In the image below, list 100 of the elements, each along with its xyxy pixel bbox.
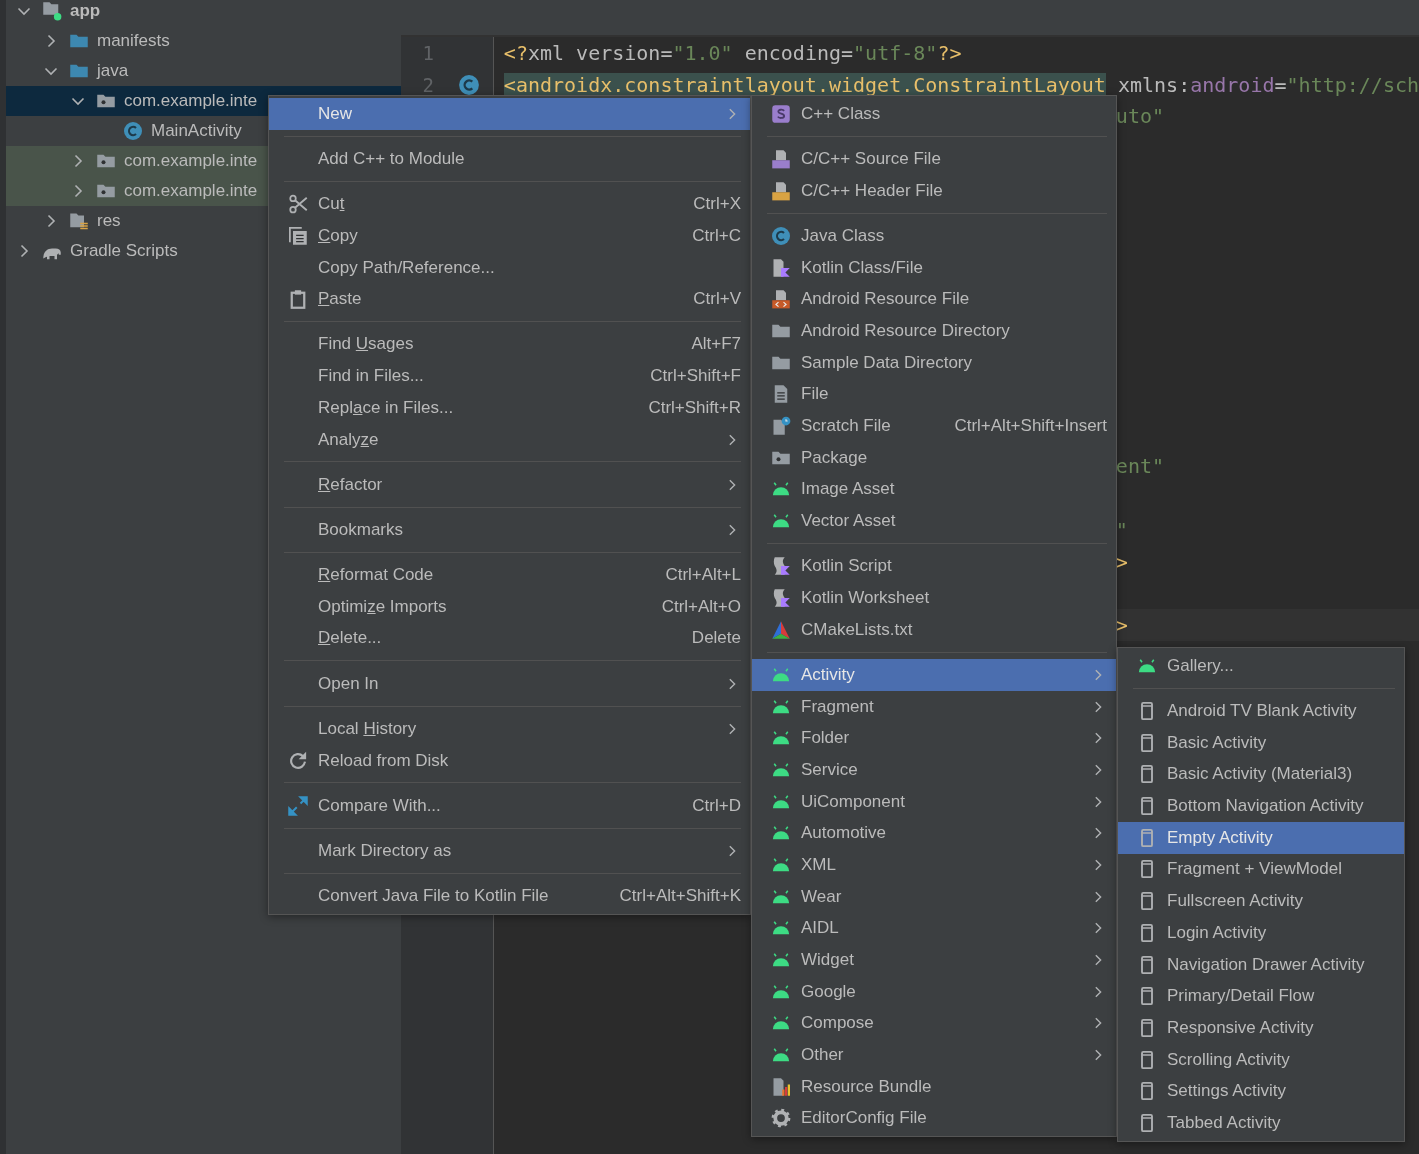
- scissors-icon: [288, 194, 308, 215]
- menu-item[interactable]: Login Activity: [1118, 917, 1404, 949]
- menu-item[interactable]: Service: [752, 754, 1116, 786]
- code-line: >: [1115, 549, 1128, 574]
- menu-item[interactable]: C/C++ Header File: [752, 174, 1116, 207]
- menu-item[interactable]: Kotlin Class/File: [752, 251, 1116, 284]
- menu-item[interactable]: Reload from Disk: [269, 744, 750, 777]
- code-line: uto": [1115, 104, 1164, 129]
- shortcut-label: Alt+F7: [691, 334, 741, 355]
- shortcut-label: Ctrl+X: [693, 194, 741, 215]
- shortcut-label: Ctrl+V: [693, 289, 741, 310]
- menu-item[interactable]: Google: [752, 975, 1116, 1008]
- menu-item[interactable]: Open In: [269, 667, 750, 700]
- scratch-file-icon: [771, 416, 791, 437]
- menu-item[interactable]: XML: [752, 849, 1116, 881]
- menu-item[interactable]: Gallery...: [1118, 650, 1404, 682]
- menu-item[interactable]: Empty Activity: [1118, 821, 1404, 854]
- menu-item[interactable]: Copy Ctrl+C: [269, 220, 750, 252]
- menu-item[interactable]: Sample Data Directory: [752, 346, 1116, 379]
- menu-item[interactable]: Bookmarks: [269, 514, 750, 546]
- menu-item[interactable]: Copy Path/Reference...: [269, 251, 750, 284]
- bundle-file-icon: [771, 1076, 791, 1097]
- resource-file-icon: [771, 289, 791, 310]
- menu-item[interactable]: EditorConfig File: [752, 1102, 1116, 1135]
- class-circle-icon: [457, 73, 480, 96]
- shortcut-label: Ctrl+Shift+F: [650, 366, 741, 387]
- menu-item[interactable]: Convert Java File to Kotlin File Ctrl+Alt+Shift+K: [269, 880, 750, 912]
- menu-item[interactable]: Primary/Detail Flow: [1118, 980, 1404, 1013]
- menu-item[interactable]: Fragment: [752, 690, 1116, 723]
- menu-item[interactable]: Optimize Imports Ctrl+Alt+O: [269, 590, 750, 623]
- menu-item[interactable]: Android TV Blank Activity: [1118, 695, 1404, 727]
- menu-item[interactable]: Kotlin Worksheet: [752, 582, 1116, 614]
- shortcut-label: Ctrl+Alt+L: [665, 565, 741, 586]
- menu-item[interactable]: Automotive: [752, 817, 1116, 850]
- menu-item[interactable]: Local History: [269, 713, 750, 745]
- menu-item[interactable]: Android Resource Directory: [752, 315, 1116, 347]
- menu-item[interactable]: Compare With... Ctrl+D: [269, 789, 750, 822]
- shortcut-label: Delete: [691, 628, 741, 649]
- menu-item[interactable]: Resource Bundle: [752, 1070, 1116, 1103]
- menu-item[interactable]: Analyze: [269, 423, 750, 456]
- menu-item[interactable]: Vector Asset: [752, 505, 1116, 537]
- menu-item[interactable]: Activity: [752, 659, 1116, 691]
- tree-item[interactable]: manifests: [6, 26, 401, 56]
- menu-item[interactable]: Reformat Code Ctrl+Alt+L: [269, 559, 750, 591]
- triangle-logo-icon: [771, 619, 791, 640]
- menu-item[interactable]: Mark Directory as: [269, 835, 750, 867]
- menu-item[interactable]: C/C++ Source File: [752, 143, 1116, 175]
- menu-item[interactable]: Find in Files... Ctrl+Shift+F: [269, 360, 750, 392]
- menu-item[interactable]: File: [752, 378, 1116, 411]
- menu-item[interactable]: Paste Ctrl+V: [269, 283, 750, 316]
- module-folder-icon: [42, 1, 62, 21]
- menu-item[interactable]: Wear: [752, 880, 1116, 913]
- menu-item[interactable]: Settings Activity: [1118, 1075, 1404, 1108]
- menu-item[interactable]: New: [269, 98, 750, 130]
- menu-item[interactable]: Widget: [752, 944, 1116, 976]
- menu-item[interactable]: Fragment + ViewModel: [1118, 853, 1404, 886]
- kotlin-script-icon: [771, 556, 791, 577]
- copy-icon: [288, 225, 308, 246]
- menu-item[interactable]: Image Asset: [752, 473, 1116, 506]
- menu-item[interactable]: AIDL: [752, 912, 1116, 945]
- menu-item[interactable]: Replace in Files... Ctrl+Shift+R: [269, 392, 750, 424]
- menu-item[interactable]: Fullscreen Activity: [1118, 885, 1404, 917]
- menu-item[interactable]: C++ Class: [752, 98, 1116, 130]
- menu-item[interactable]: Basic Activity: [1118, 726, 1404, 759]
- resource-folder-icon: [69, 211, 89, 231]
- shortcut-label: Ctrl+Alt+O: [661, 596, 741, 617]
- menu-item[interactable]: UiComponent: [752, 785, 1116, 818]
- menu-item[interactable]: Kotlin Script: [752, 550, 1116, 583]
- code-line: <?xml version="1.0" encoding="utf-8"?>: [503, 40, 962, 65]
- menu-item[interactable]: Bottom Navigation Activity: [1118, 790, 1404, 822]
- code-line: >: [1115, 613, 1128, 638]
- menu-item[interactable]: Delete... Delete: [269, 622, 750, 655]
- shortcut-label: Ctrl+C: [692, 225, 741, 246]
- menu-item[interactable]: CMakeLists.txt: [752, 613, 1116, 646]
- reload-icon: [288, 750, 308, 771]
- menu-item[interactable]: Other: [752, 1039, 1116, 1071]
- menu-item[interactable]: Folder: [752, 722, 1116, 755]
- code-line: ": [1115, 517, 1128, 542]
- tree-item[interactable]: app: [6, 0, 401, 26]
- class-badge-icon: [771, 103, 791, 124]
- class-circle-icon: [123, 121, 143, 141]
- menu-item[interactable]: Scratch File Ctrl+Alt+Shift+Insert: [752, 410, 1116, 442]
- menu-item[interactable]: Android Resource File: [752, 283, 1116, 316]
- menu-item[interactable]: Navigation Drawer Activity: [1118, 948, 1404, 981]
- tree-item[interactable]: java: [6, 56, 401, 86]
- code-line: ent": [1115, 454, 1164, 479]
- menu-item[interactable]: Package: [752, 441, 1116, 474]
- menu-item[interactable]: Refactor: [269, 468, 750, 501]
- menu-item[interactable]: Responsive Activity: [1118, 1012, 1404, 1044]
- menu-item[interactable]: Find Usages Alt+F7: [269, 328, 750, 361]
- shortcut-label: Ctrl+D: [692, 795, 741, 816]
- menu-item[interactable]: Basic Activity (Material3): [1118, 758, 1404, 791]
- menu-item[interactable]: Java Class: [752, 220, 1116, 252]
- shortcut-label: Ctrl+Alt+Shift+K: [619, 886, 741, 907]
- menu-item[interactable]: Scrolling Activity: [1118, 1043, 1404, 1076]
- menu-item[interactable]: Tabbed Activity: [1118, 1107, 1404, 1139]
- shortcut-label: Ctrl+Alt+Shift+Insert: [954, 416, 1107, 437]
- menu-item[interactable]: Compose: [752, 1007, 1116, 1040]
- shortcut-label: Ctrl+Shift+R: [648, 397, 741, 418]
- kotlin-file-icon: [771, 257, 791, 278]
